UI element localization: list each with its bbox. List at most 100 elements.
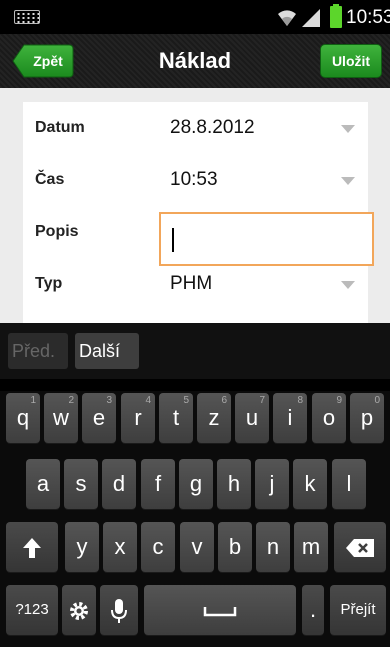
datum-label: Datum	[35, 119, 85, 136]
key-i-hint: 8	[297, 395, 303, 406]
signal-icon	[302, 9, 320, 27]
backspace-key[interactable]	[334, 522, 386, 572]
clock: 10:53	[346, 7, 390, 28]
key-t[interactable]: t5	[159, 393, 193, 443]
key-f-label: f	[154, 471, 162, 496]
key-n[interactable]: n	[256, 522, 290, 572]
chevron-down-icon	[341, 281, 355, 289]
action-bar: Zpět Náklad Uložit	[0, 34, 390, 88]
key-h[interactable]: h	[217, 459, 251, 509]
shift-arrow-icon	[23, 538, 41, 559]
page-title: Náklad	[158, 48, 232, 73]
key-a-label: a	[36, 471, 50, 496]
key-s[interactable]: s	[64, 459, 98, 509]
key-o-hint: 9	[336, 395, 342, 406]
popis-label: Popis	[35, 223, 79, 240]
key-f[interactable]: f	[141, 459, 175, 509]
space-key[interactable]	[144, 585, 296, 635]
key-v[interactable]: v	[180, 522, 214, 572]
key-d-label: d	[112, 471, 126, 496]
key-t-hint: 5	[183, 395, 189, 406]
key-v-label: v	[191, 534, 203, 559]
key-l[interactable]: l	[332, 459, 366, 509]
key-x[interactable]: x	[103, 522, 137, 572]
key-y-label: y	[76, 534, 88, 559]
key-s-label: s	[75, 471, 87, 496]
key-p-hint: 0	[374, 395, 380, 406]
settings-key-label	[62, 585, 96, 635]
key-e[interactable]: e3	[82, 393, 116, 443]
key-m[interactable]: m	[294, 522, 328, 572]
form-navigation-bar: Před. Další	[0, 323, 390, 379]
symbols-key-label: ?123	[15, 601, 49, 618]
period-key-label: .	[309, 597, 317, 622]
key-p[interactable]: p0	[350, 393, 384, 443]
space-bar-icon	[203, 607, 237, 617]
space-key-label	[144, 585, 296, 635]
cas-value: 10:53	[170, 169, 218, 190]
row-cas[interactable]: Čas 10:53	[23, 154, 368, 206]
key-l-label: l	[346, 471, 352, 496]
key-w[interactable]: w2	[44, 393, 78, 443]
key-r[interactable]: r4	[121, 393, 155, 443]
go-key-label: Přejít	[340, 601, 376, 618]
wifi-icon	[278, 10, 296, 26]
period-key[interactable]: .	[302, 585, 324, 635]
key-r-hint: 4	[145, 395, 151, 406]
shift-key-label	[6, 522, 58, 572]
cas-label: Čas	[35, 171, 65, 188]
key-g-label: g	[189, 471, 203, 496]
key-q-hint: 1	[30, 395, 36, 406]
key-y[interactable]: y	[65, 522, 99, 572]
typ-value: PHM	[170, 273, 213, 294]
key-o[interactable]: o9	[312, 393, 346, 443]
keyboard-status-icon	[14, 10, 40, 24]
previous-field-button[interactable]: Před.	[8, 333, 68, 369]
key-k[interactable]: k	[293, 459, 327, 509]
shift-key[interactable]	[6, 522, 58, 572]
key-c[interactable]: c	[141, 522, 175, 572]
key-b-label: b	[228, 534, 242, 559]
back-button-label: Zpět	[33, 53, 63, 69]
key-a[interactable]: a	[26, 459, 60, 509]
chevron-down-icon	[341, 177, 355, 185]
microphone-icon	[111, 599, 127, 624]
save-button[interactable]: Uložit	[320, 44, 382, 78]
form-area: Datum 28.8.2012 Čas 10:53 Popis Typ PHM	[0, 88, 390, 323]
key-i[interactable]: i8	[273, 393, 307, 443]
key-j[interactable]: j	[255, 459, 289, 509]
datum-value: 28.8.2012	[170, 117, 255, 138]
go-key[interactable]: Přejít	[330, 585, 386, 635]
key-b[interactable]: b	[218, 522, 252, 572]
chevron-down-icon	[341, 125, 355, 133]
row-popis: Popis	[23, 206, 374, 266]
key-z-hint: 6	[221, 395, 227, 406]
key-u-hint: 7	[259, 395, 265, 406]
row-datum[interactable]: Datum 28.8.2012	[23, 102, 368, 154]
key-g[interactable]: g	[179, 459, 213, 509]
key-k-label: k	[304, 471, 316, 496]
key-e-hint: 3	[106, 395, 112, 406]
key-z[interactable]: z6	[197, 393, 231, 443]
soft-keyboard: Před. Další q1w2e3r4t5z6u7i8o9p0 asd f gh j k…	[0, 323, 390, 647]
settings-key[interactable]	[62, 585, 96, 635]
expense-form: Datum 28.8.2012 Čas 10:53 Popis Typ PHM	[23, 102, 374, 323]
key-n-label: n	[266, 534, 280, 559]
key-q[interactable]: q1	[6, 393, 40, 443]
symbols-key[interactable]: ?123	[6, 585, 58, 635]
backspace-key-label	[334, 522, 386, 572]
back-button[interactable]: Zpět	[12, 44, 74, 78]
key-u[interactable]: u7	[235, 393, 269, 443]
key-d[interactable]: d	[102, 459, 136, 509]
next-field-button[interactable]: Další	[75, 333, 139, 369]
key-w-hint: 2	[68, 395, 74, 406]
key-h-label: h	[227, 471, 241, 496]
typ-label: Typ	[35, 275, 63, 292]
key-c-label: c	[152, 534, 164, 559]
row-typ[interactable]: Typ PHM	[23, 258, 368, 310]
voice-input-key[interactable]	[100, 585, 138, 635]
backspace-icon	[346, 539, 374, 558]
voice-input-key-label	[100, 585, 138, 635]
key-x-label: x	[114, 534, 126, 559]
status-bar: 10:53	[0, 0, 390, 34]
